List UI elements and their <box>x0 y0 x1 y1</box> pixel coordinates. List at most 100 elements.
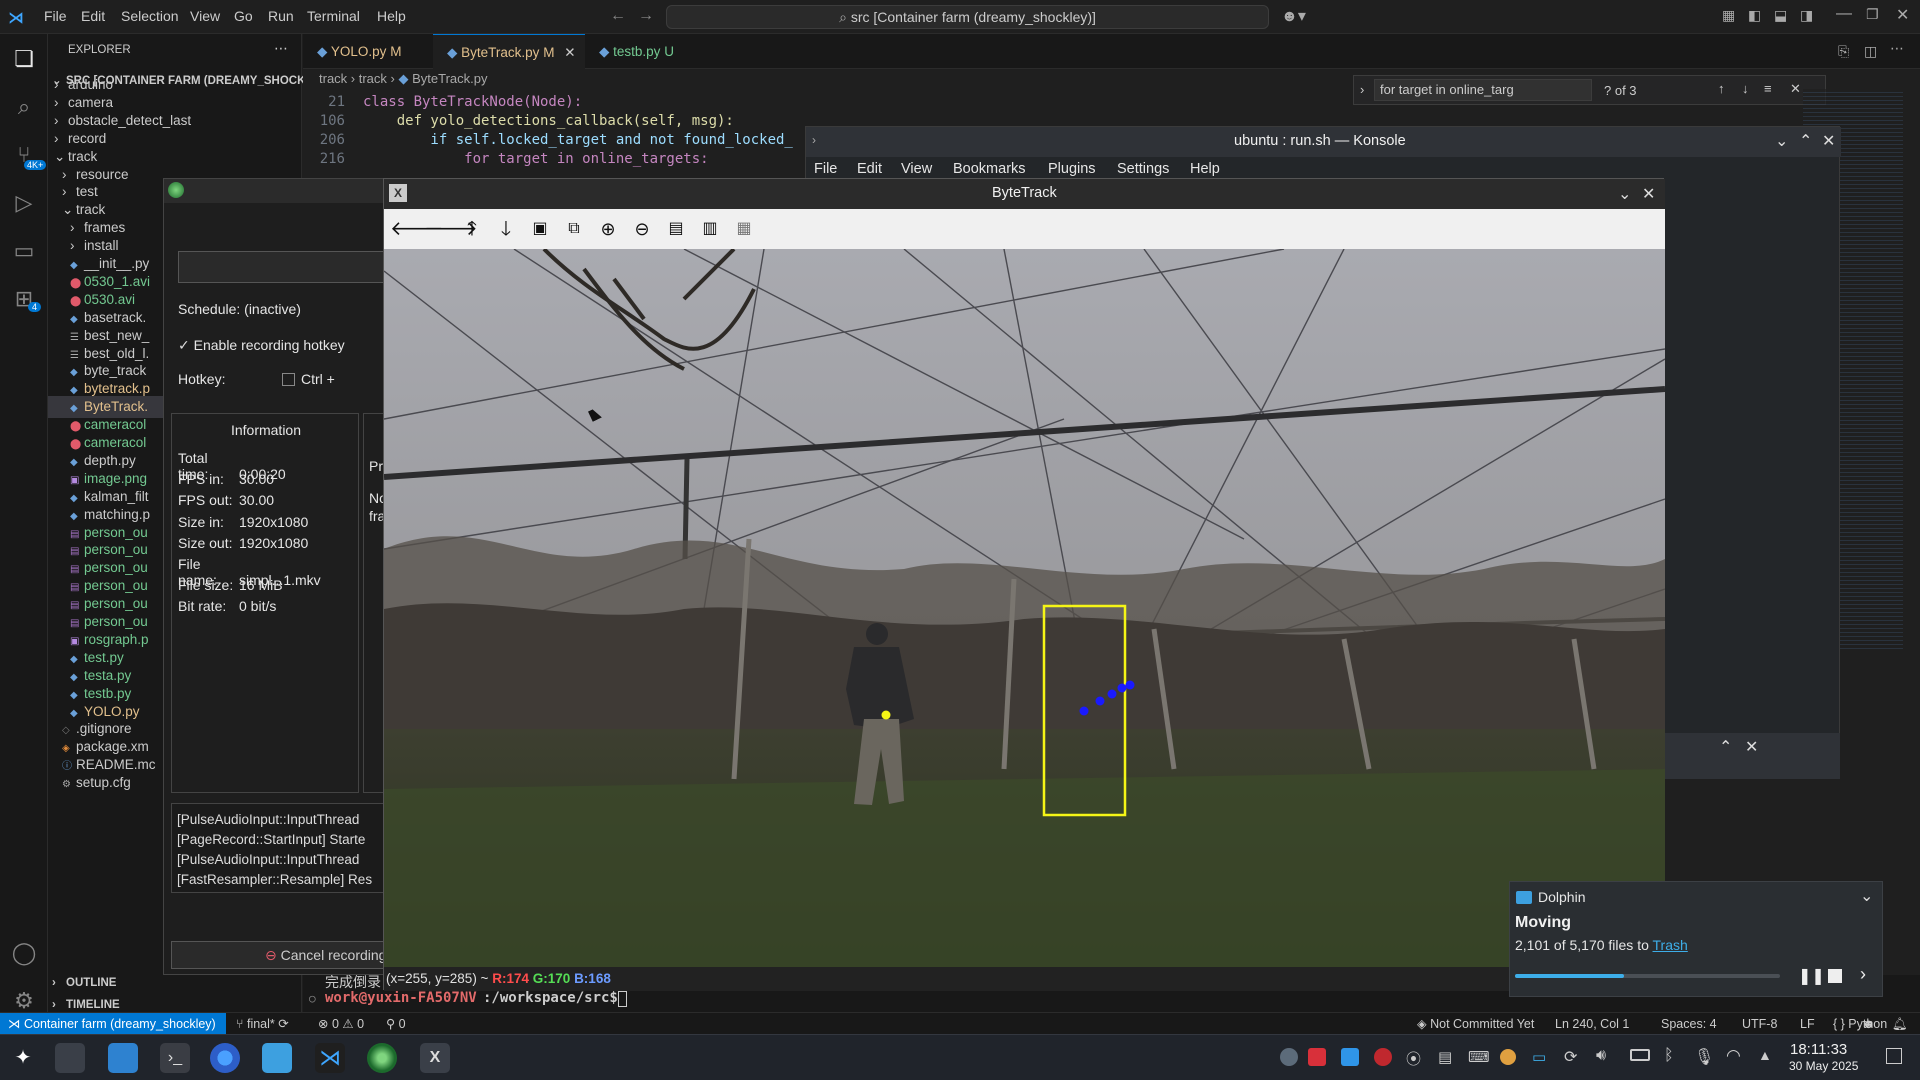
copilot-icon[interactable]: ☻▾ <box>1281 6 1306 26</box>
menu-selection[interactable]: Selection <box>121 8 179 24</box>
screen-recorder-window[interactable]: Schedule: (inactive) ✓ Enable recording … <box>163 178 388 975</box>
properties-icon[interactable]: ▦ <box>730 215 758 243</box>
close-icon[interactable]: ✕ <box>564 45 575 60</box>
find-in-selection-icon[interactable]: ≡ <box>1764 81 1772 96</box>
tray-expand-icon[interactable]: ▲ <box>1758 1047 1772 1063</box>
konsole-menu-help[interactable]: Help <box>1190 161 1220 177</box>
show-desktop-icon[interactable] <box>1886 1048 1902 1064</box>
nav-forward-icon[interactable]: → <box>638 7 654 25</box>
copilot-status-icon[interactable]: ☻ <box>1862 1013 1875 1035</box>
zoom-in-icon[interactable]: ⊕ <box>594 215 622 243</box>
encoding[interactable]: UTF-8 <box>1742 1013 1777 1035</box>
menu-go[interactable]: Go <box>234 8 253 24</box>
zoom-fit-icon[interactable]: ⧉ <box>560 215 588 243</box>
tab-yolo[interactable]: ◆ YOLO.py M <box>303 34 433 69</box>
x11-window-icon[interactable]: X <box>420 1043 450 1073</box>
remote-explorer-icon[interactable]: ▭ <box>11 238 37 264</box>
menu-terminal[interactable]: Terminal <box>307 8 360 24</box>
maximize-icon[interactable]: ❐ <box>1866 6 1879 23</box>
save-icon[interactable]: ▤ <box>662 215 690 243</box>
account-icon[interactable]: ◯ <box>11 940 37 966</box>
run-debug-icon[interactable]: ▷ <box>11 190 37 216</box>
menu-run[interactable]: Run <box>268 8 294 24</box>
chevron-right-icon[interactable]: › <box>1360 82 1364 97</box>
menu-view[interactable]: View <box>190 8 220 24</box>
chevron-up-icon[interactable]: ⌃ <box>1799 131 1812 151</box>
breadcrumb-item[interactable]: ByteTrack.py <box>412 71 487 86</box>
chevron-down-icon[interactable]: ⌄ <box>1860 886 1873 906</box>
indentation[interactable]: Spaces: 4 <box>1661 1013 1717 1035</box>
vscode-icon[interactable]: ⋊ <box>315 1043 345 1073</box>
compare-icon[interactable]: ⎘ <box>1838 43 1849 60</box>
close-icon[interactable]: ✕ <box>1896 5 1909 25</box>
remote-indicator[interactable]: ⋊ Container farm (dreamy_shockley) <box>0 1013 226 1035</box>
terminal-icon[interactable]: ›_ <box>160 1043 190 1073</box>
record-indicator-icon[interactable] <box>1374 1048 1392 1066</box>
screen-recorder-icon[interactable] <box>367 1043 397 1073</box>
log-area[interactable]: [PulseAudioInput::InputThread [PageRecor… <box>171 803 386 893</box>
pan-right-icon[interactable]: 🡒 <box>424 215 478 243</box>
cursor-position[interactable]: Ln 240, Col 1 <box>1555 1013 1629 1035</box>
pan-up-icon[interactable]: 🡑 <box>458 215 486 243</box>
tab-bytetrack[interactable]: ◆ ByteTrack.py M ✕ <box>433 34 585 69</box>
hotkey-ctrl-checkbox[interactable]: Ctrl + <box>282 371 335 387</box>
dolphin-notification[interactable]: Dolphin ⌄ Moving 2,101 of 5,170 files to… <box>1509 881 1883 997</box>
search-icon[interactable]: ⌕ <box>11 94 37 120</box>
store-icon[interactable] <box>108 1043 138 1073</box>
keyboard-icon[interactable]: ⌨ <box>1468 1048 1490 1066</box>
more-actions-icon[interactable]: ⋯ <box>1890 40 1904 57</box>
konsole-menu-plugins[interactable]: Plugins <box>1048 161 1096 177</box>
problems-status[interactable]: ⊗ 0 ⚠ 0 <box>318 1013 364 1035</box>
branch-status[interactable]: ⑂ final* ⟳ <box>236 1013 289 1035</box>
bytetrack-window[interactable]: X ByteTrack ⌄ ✕ 🡐 🡒 🡑 🡓 ▣ ⧉ ⊕ ⊖ ▤ ▥ ▦ (x… <box>383 178 1665 991</box>
enable-hotkey-checkbox[interactable]: ✓ Enable recording hotkey <box>178 337 345 354</box>
tray-app-icon[interactable] <box>1308 1048 1326 1066</box>
menu-file[interactable]: File <box>44 8 67 24</box>
find-input[interactable]: for target in online_targ <box>1374 79 1592 101</box>
copy-icon[interactable]: ▥ <box>696 215 724 243</box>
clock-time[interactable]: 18:11:33 <box>1790 1041 1847 1058</box>
chevron-down-icon[interactable]: ⌄ <box>1775 131 1788 151</box>
clipboard-icon[interactable]: ▤ <box>1438 1048 1452 1066</box>
arrow-down-icon[interactable]: ↓ <box>1742 81 1749 96</box>
nav-back-icon[interactable]: ← <box>610 7 626 25</box>
split-editor-icon[interactable]: ◫ <box>1864 43 1877 60</box>
konsole-pin-icon[interactable]: › <box>812 133 816 147</box>
pause-icon[interactable]: ❚❚ <box>1798 966 1825 986</box>
pan-left-icon[interactable]: 🡐 <box>390 215 444 243</box>
zoom-out-icon[interactable]: ⊖ <box>628 215 656 243</box>
konsole-menu-bookmarks[interactable]: Bookmarks <box>953 161 1026 177</box>
pan-down-icon[interactable]: 🡓 <box>492 215 520 243</box>
menu-edit[interactable]: Edit <box>81 8 105 24</box>
konsole-menu-edit[interactable]: Edit <box>857 161 882 177</box>
tray-app-icon[interactable]: ⦿ <box>1406 1048 1421 1069</box>
wifi-icon[interactable]: ◠ <box>1726 1046 1741 1066</box>
task-manager-icon[interactable] <box>55 1043 85 1073</box>
konsole-menu-view[interactable]: View <box>901 161 932 177</box>
chevron-down-icon[interactable]: ⌄ <box>1618 184 1631 204</box>
close-icon[interactable]: ✕ <box>1790 81 1801 97</box>
chevron-right-icon[interactable]: › <box>1860 964 1866 985</box>
bluetooth-icon[interactable]: ᛒ <box>1664 1047 1674 1065</box>
tab-testb[interactable]: ◆ testb.py U <box>585 34 715 69</box>
konsole-menu-settings[interactable]: Settings <box>1117 161 1169 177</box>
explorer-icon[interactable]: ❏ <box>11 46 37 72</box>
update-icon[interactable]: ⟳ <box>1564 1047 1577 1067</box>
more-actions-icon[interactable]: ⋯ <box>274 40 288 57</box>
konsole-menu-file[interactable]: File <box>814 161 837 177</box>
clock-date[interactable]: 30 May 2025 <box>1789 1059 1858 1073</box>
zoom-original-icon[interactable]: ▣ <box>526 215 554 243</box>
cancel-recording-button[interactable]: ⊖ Cancel recording <box>171 941 386 969</box>
eol[interactable]: LF <box>1800 1013 1815 1035</box>
command-center[interactable]: ⌕ src [Container farm (dreamy_shockley)] <box>666 5 1269 29</box>
commit-status[interactable]: ◈ Not Committed Yet <box>1417 1013 1534 1035</box>
close-icon[interactable]: ✕ <box>1642 184 1655 204</box>
ports-status[interactable]: ⚲ 0 <box>386 1013 406 1035</box>
browser-icon[interactable] <box>210 1043 240 1073</box>
close-icon[interactable]: ✕ <box>1822 131 1835 151</box>
file-manager-icon[interactable] <box>262 1043 292 1073</box>
language-mode[interactable]: { } Python <box>1833 1013 1887 1035</box>
gear-icon[interactable]: ⚙ <box>11 988 37 1014</box>
toggle-sidebar-icon[interactable]: ◧ <box>1748 7 1761 24</box>
chevron-up-icon[interactable]: ⌃ <box>1719 737 1732 757</box>
